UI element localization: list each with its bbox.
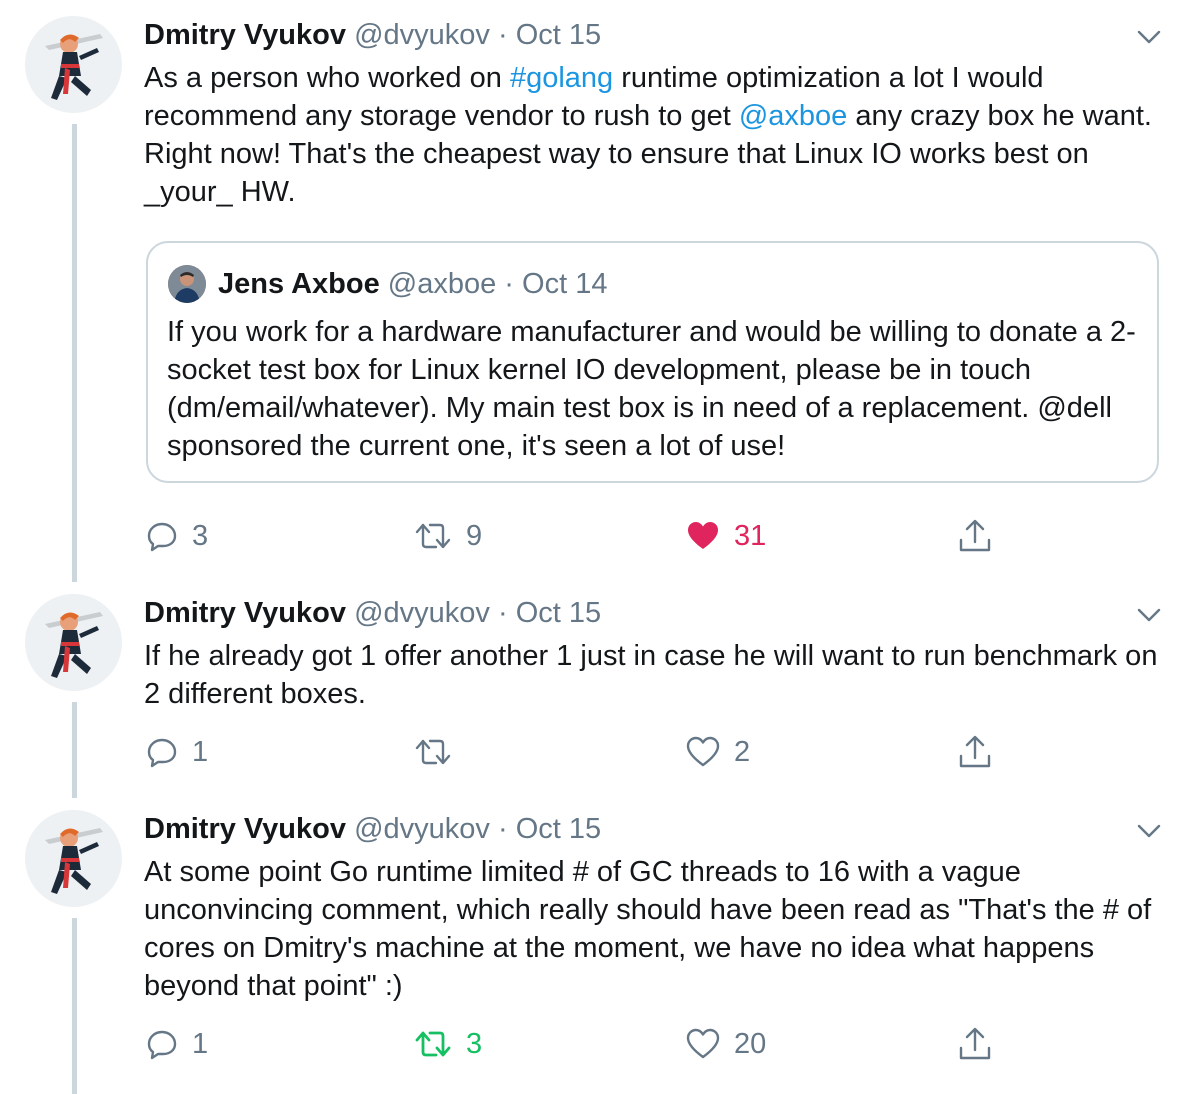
- separator: ·: [497, 597, 508, 629]
- retweet-count: 9: [466, 519, 483, 552]
- retweet-button[interactable]: [414, 734, 452, 770]
- avatar-image: [25, 16, 121, 112]
- like-button[interactable]: 20: [686, 1026, 766, 1062]
- retweet-icon: [415, 523, 451, 549]
- retweet-icon: [415, 739, 451, 765]
- hashtag-link[interactable]: #golang: [510, 62, 613, 94]
- author-name[interactable]: Dmitry Vyukov: [144, 19, 346, 51]
- share-button[interactable]: [957, 1026, 993, 1062]
- like-button[interactable]: 31: [686, 518, 766, 554]
- avatar[interactable]: [25, 16, 122, 113]
- retweet-button[interactable]: 3: [414, 1026, 482, 1062]
- retweet-count: 3: [466, 1027, 483, 1060]
- avatar-image: [25, 594, 121, 690]
- tweet-date[interactable]: Oct 15: [516, 19, 601, 51]
- tweet[interactable]: Dmitry Vyukov @dvyukov · Oct 15 If he al…: [0, 580, 1186, 796]
- quoted-tweet-date[interactable]: Oct 14: [522, 268, 607, 300]
- like-button[interactable]: 2: [686, 734, 750, 770]
- reply-button[interactable]: 3: [146, 518, 208, 554]
- chevron-down-icon[interactable]: [1136, 821, 1162, 841]
- quoted-author-name[interactable]: Jens Axboe: [218, 268, 380, 300]
- separator: ·: [497, 813, 508, 845]
- reply-icon: [147, 522, 177, 552]
- like-icon: [686, 1028, 720, 1059]
- quoted-tweet-text: If you work for a hardware manufacturer …: [167, 316, 1136, 462]
- chevron-down-icon[interactable]: [1136, 27, 1162, 47]
- mention-link[interactable]: @axboe: [739, 100, 847, 132]
- author-handle[interactable]: @dvyukov: [354, 597, 490, 629]
- tweet-date[interactable]: Oct 15: [516, 597, 601, 629]
- tweet[interactable]: Dmitry Vyukov @dvyukov · Oct 15 As a per…: [0, 0, 1186, 580]
- tweet-text: As a person who worked on #golang runtim…: [144, 59, 1169, 211]
- like-count: 31: [734, 519, 767, 552]
- quoted-tweet[interactable]: Jens Axboe @axboe · Oct 14 If you work f…: [146, 241, 1159, 483]
- separator: ·: [504, 268, 514, 300]
- tweet[interactable]: Dmitry Vyukov @dvyukov · Oct 15 At some …: [0, 796, 1186, 1094]
- avatar-image: [25, 810, 121, 906]
- share-icon: [959, 1027, 991, 1060]
- quoted-avatar-image: [168, 265, 206, 303]
- tweet-text: At some point Go runtime limited # of GC…: [144, 856, 1152, 1002]
- author-handle[interactable]: @dvyukov: [354, 813, 490, 845]
- reply-icon: [147, 738, 177, 768]
- like-count: 20: [734, 1027, 767, 1060]
- share-icon: [959, 519, 991, 552]
- chevron-down-icon[interactable]: [1136, 605, 1162, 625]
- like-count: 2: [734, 735, 751, 768]
- retweet-button[interactable]: 9: [414, 518, 482, 554]
- reply-count: 1: [192, 735, 209, 768]
- author-name[interactable]: Dmitry Vyukov: [144, 597, 346, 629]
- quoted-avatar: [168, 265, 206, 303]
- like-icon-filled: [688, 522, 718, 549]
- share-button[interactable]: [957, 518, 993, 554]
- reply-button[interactable]: 1: [146, 734, 208, 770]
- reply-count: 3: [192, 519, 209, 552]
- reply-count: 1: [192, 1027, 209, 1060]
- author-handle[interactable]: @dvyukov: [354, 19, 490, 51]
- avatar[interactable]: [25, 810, 122, 907]
- like-icon: [686, 736, 720, 767]
- retweet-icon-active: [415, 1031, 451, 1057]
- reply-icon: [147, 1030, 177, 1060]
- share-button[interactable]: [957, 734, 993, 770]
- quoted-author-handle[interactable]: @axboe: [388, 268, 496, 300]
- tweet-date[interactable]: Oct 15: [516, 813, 601, 845]
- author-name[interactable]: Dmitry Vyukov: [144, 813, 346, 845]
- share-icon: [959, 735, 991, 768]
- tweet-text: If he already got 1 offer another 1 just…: [144, 640, 1158, 710]
- reply-button[interactable]: 1: [146, 1026, 208, 1062]
- avatar[interactable]: [25, 594, 122, 691]
- separator: ·: [497, 19, 508, 51]
- tweet-text-part: As a person who worked on: [144, 62, 510, 94]
